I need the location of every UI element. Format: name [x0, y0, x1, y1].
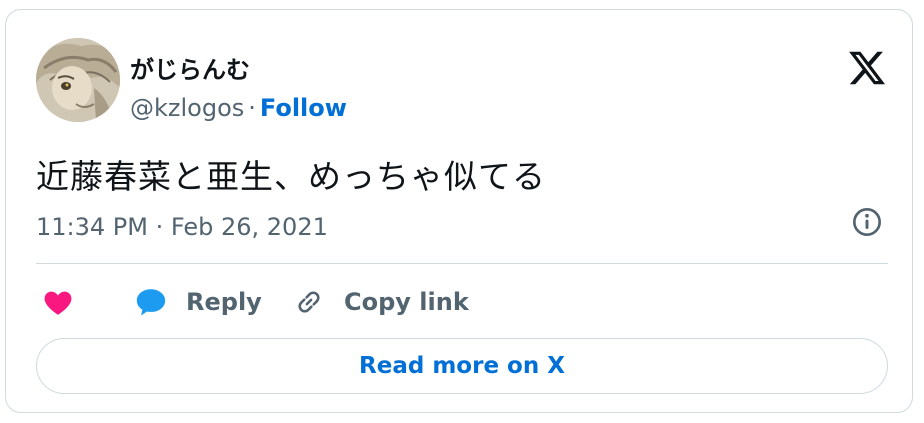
avatar[interactable]: [36, 38, 120, 122]
copy-link-label: Copy link: [344, 288, 469, 316]
avatar-image: [36, 38, 120, 122]
handle-row: @kzlogos · Follow: [130, 94, 347, 122]
speech-bubble-icon: [136, 289, 166, 316]
link-icon: [298, 291, 320, 313]
tweet-card: がじらんむ @kzlogos · Follow 近藤春菜と亜生、めっちゃ似てる 11…: [5, 9, 913, 413]
user-handle[interactable]: @kzlogos: [130, 94, 244, 122]
tweet-text: 近藤春菜と亜生、めっちゃ似てる: [36, 157, 546, 196]
reply-label: Reply: [186, 288, 262, 316]
tweet-timestamp[interactable]: 11:34 PM · Feb 26, 2021: [36, 213, 328, 241]
like-button[interactable]: [42, 282, 74, 322]
x-logo-icon[interactable]: [846, 48, 888, 88]
divider: [36, 263, 888, 264]
heart-icon: [44, 291, 72, 315]
display-name[interactable]: がじらんむ: [130, 50, 250, 85]
read-more-button[interactable]: Read more on X: [36, 338, 888, 394]
follow-button[interactable]: Follow: [260, 94, 347, 122]
info-icon[interactable]: [851, 206, 883, 238]
reply-button[interactable]: Reply: [134, 282, 262, 322]
separator-dot: ·: [248, 94, 256, 122]
copy-link-button[interactable]: Copy link: [292, 282, 469, 322]
